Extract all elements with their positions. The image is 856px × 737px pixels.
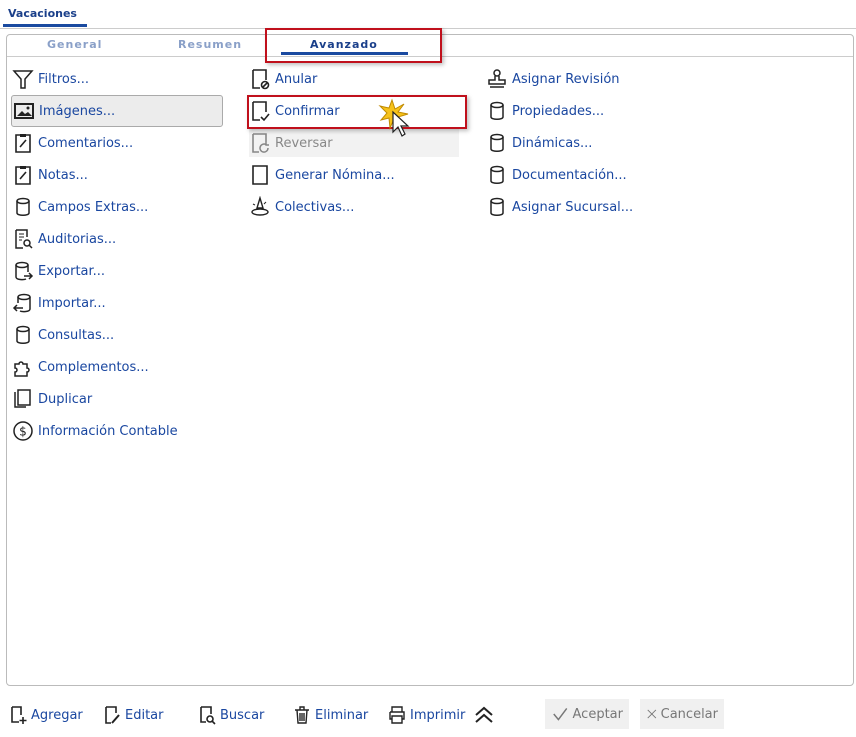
menu-item-label: Colectivas...: [275, 199, 355, 215]
menu-item-documentación[interactable]: Documentación...: [486, 161, 686, 189]
label: Eliminar: [315, 707, 369, 723]
menu-item-label: Propiedades...: [512, 103, 605, 119]
edit-button[interactable]: Editar: [102, 703, 164, 727]
document-revert-icon: [252, 133, 269, 153]
audit-icon: [15, 229, 33, 249]
menu-item-label: Duplicar: [38, 391, 93, 407]
menu-item-label: Dinámicas...: [512, 135, 593, 151]
label: Cancelar: [660, 706, 718, 722]
database-icon: [490, 165, 504, 184]
menu-item-label: Campos Extras...: [38, 199, 149, 215]
database-icon: [490, 197, 504, 216]
database-icon: [16, 197, 30, 216]
highlight-box: [265, 28, 442, 63]
tab-resumen[interactable]: Resumen: [178, 38, 242, 51]
chevron-double-up-icon[interactable]: [473, 704, 495, 726]
check-icon: [553, 708, 568, 721]
cursor-click-icon: [378, 98, 410, 137]
label: Agregar: [31, 707, 83, 723]
print-button[interactable]: Imprimir: [387, 703, 465, 727]
database-icon: [16, 325, 30, 344]
menu-item-auditorias[interactable]: Auditorias...: [12, 225, 222, 253]
menu-item-label: Consultas...: [38, 327, 115, 343]
menu-item-colectivas[interactable]: Colectivas...: [249, 193, 459, 221]
highlight-box: [247, 95, 467, 129]
clipboard-icon: [15, 166, 31, 185]
menu-item-label: Anular: [275, 71, 318, 87]
accept-button[interactable]: Aceptar: [545, 699, 629, 729]
puzzle-icon: [14, 361, 30, 377]
add-icon: [11, 706, 27, 724]
menu-item-label: Notas...: [38, 167, 88, 183]
menu-item-label: Información Contable: [38, 423, 178, 439]
menu-item-asignar-sucursal[interactable]: Asignar Sucursal...: [486, 193, 686, 221]
menu-item-notas[interactable]: Notas...: [12, 161, 222, 189]
menu-item-imágenes[interactable]: Imágenes...: [11, 95, 223, 127]
menu-item-label: Generar Nómina...: [275, 167, 395, 183]
menu-item-label: Complementos...: [38, 359, 149, 375]
menu-item-información-contable[interactable]: $ Información Contable: [12, 417, 222, 445]
menu-item-generar-nómina[interactable]: Generar Nómina...: [249, 161, 459, 189]
label: Aceptar: [572, 706, 623, 722]
tab-general[interactable]: General: [47, 38, 102, 51]
menu-item-label: Comentarios...: [38, 135, 134, 151]
search-button[interactable]: Buscar: [197, 703, 264, 727]
delete-button[interactable]: Eliminar: [292, 703, 368, 727]
close-icon: [647, 709, 657, 719]
menu-item-reversar: Reversar: [249, 129, 459, 157]
menu-item-duplicar[interactable]: Duplicar: [12, 385, 222, 413]
label: Imprimir: [410, 707, 466, 723]
image-icon: [14, 103, 34, 119]
copy-icon: [14, 389, 31, 408]
menu-item-consultas[interactable]: Consultas...: [12, 321, 222, 349]
menu-item-anular[interactable]: Anular: [249, 65, 459, 93]
database-export-icon: [15, 261, 34, 281]
printer-icon: [389, 706, 405, 724]
label: Editar: [125, 707, 164, 723]
dollar-icon: $: [13, 421, 33, 441]
tab-underline: [3, 24, 87, 27]
filter-icon: [12, 70, 34, 89]
menu-item-label: Documentación...: [512, 167, 627, 183]
database-icon: [490, 101, 504, 120]
menu-item-label: Auditorias...: [38, 231, 117, 247]
menu-item-label: Asignar Sucursal...: [512, 199, 634, 215]
menu-item-label: Importar...: [38, 295, 106, 311]
menu-item-propiedades[interactable]: Propiedades...: [486, 97, 686, 125]
menu-item-asignar-revisión[interactable]: Asignar Revisión: [486, 65, 686, 93]
menu-item-dinámicas[interactable]: Dinámicas...: [486, 129, 686, 157]
menu-item-complementos[interactable]: Complementos...: [12, 353, 222, 381]
database-import-icon: [12, 293, 31, 313]
menu-item-label: Reversar: [275, 135, 333, 151]
menu-item-comentarios[interactable]: Comentarios...: [12, 129, 222, 157]
menu-item-label: Imágenes...: [39, 103, 116, 119]
document-icon: [252, 165, 268, 185]
menu-item-importar[interactable]: Importar...: [12, 289, 222, 317]
label: Buscar: [220, 707, 265, 723]
add-button[interactable]: Agregar: [8, 703, 83, 727]
edit-icon: [105, 706, 120, 724]
stamp-icon: [488, 69, 506, 88]
cancel-button[interactable]: Cancelar: [640, 699, 724, 729]
menu-item-exportar[interactable]: Exportar...: [12, 257, 222, 285]
menu-item-label: Asignar Revisión: [512, 71, 620, 87]
database-icon: [490, 133, 504, 152]
menu-item-label: Filtros...: [38, 71, 90, 87]
document-cancel-icon: [252, 69, 270, 90]
search-icon: [200, 706, 216, 725]
clipboard-icon: [15, 134, 31, 153]
menu-item-label: Exportar...: [38, 263, 106, 279]
trash-icon: [295, 706, 309, 724]
tab-vacaciones[interactable]: Vacaciones: [8, 7, 77, 20]
svg-text:$: $: [19, 425, 27, 439]
wizard-icon: [251, 196, 269, 216]
menu-item-filtros[interactable]: Filtros...: [12, 65, 222, 93]
menu-item-campos-extras[interactable]: Campos Extras...: [12, 193, 222, 221]
